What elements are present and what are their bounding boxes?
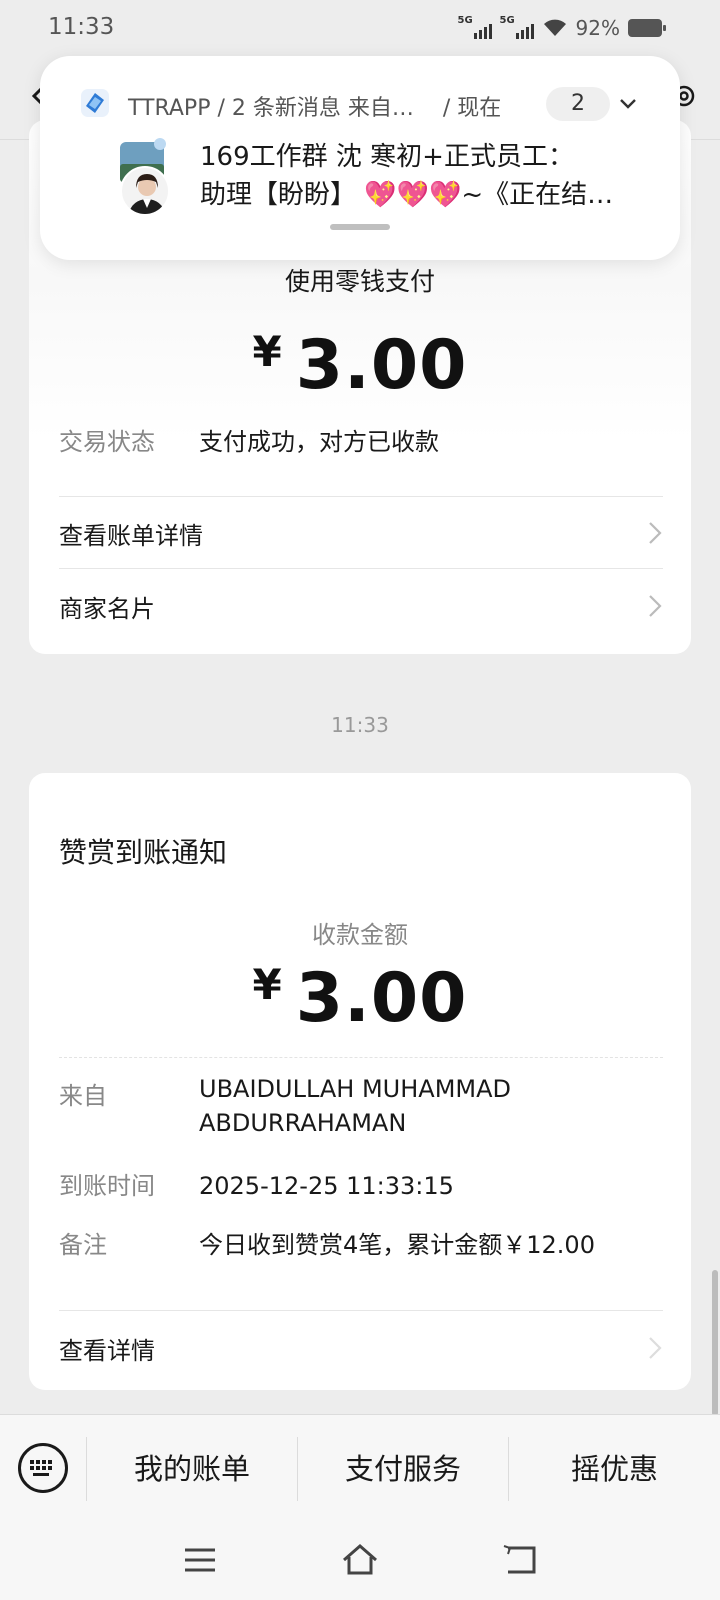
currency-symbol: ¥ bbox=[252, 960, 282, 1009]
merchant-card-link[interactable]: 商家名片 bbox=[59, 571, 663, 641]
note-label: 备注 bbox=[59, 1231, 107, 1259]
message-timestamp: 11:33 bbox=[331, 713, 389, 737]
notification-banner[interactable]: TTRAPP / 2 条新消息 来自… / 现在 2 169工作群 沈 寒初+正… bbox=[40, 56, 680, 260]
notification-app-name: TTRAPP bbox=[128, 96, 211, 121]
menu-my-bills[interactable]: 我的账单 bbox=[87, 1415, 297, 1523]
status-bar: 11:33 5G 5G 92% bbox=[0, 0, 720, 56]
from-value-line1: UBAIDULLAH MUHAMMAD bbox=[199, 1075, 512, 1103]
signal-icon-2: 5G bbox=[499, 15, 534, 39]
notification-message-line1: 169工作群 沈 寒初+正式员工： bbox=[200, 142, 574, 172]
transaction-status-value: 支付成功，对方已收款 bbox=[199, 428, 439, 456]
notification-count-badge[interactable]: 2 bbox=[546, 87, 610, 121]
amount-value: 3.00 bbox=[295, 959, 468, 1038]
transaction-status-label: 交易状态 bbox=[59, 428, 155, 456]
transaction-status-row: 交易状态 支付成功，对方已收款 bbox=[59, 422, 439, 457]
divider bbox=[59, 1310, 663, 1311]
payment-method: 使用零钱支付 bbox=[284, 267, 435, 296]
notification-header: TTRAPP / 2 条新消息 来自… / 现在 bbox=[128, 96, 502, 121]
system-nav-bar bbox=[0, 1522, 720, 1600]
chevron-right-icon bbox=[649, 1337, 662, 1359]
notification-summary: 2 条新消息 来自… bbox=[231, 96, 414, 121]
received-amount-label: 收款金额 bbox=[312, 921, 408, 949]
dashed-divider bbox=[59, 1057, 663, 1058]
view-bill-details-label: 查看账单详情 bbox=[59, 521, 203, 550]
keyboard-toggle-button[interactable] bbox=[18, 1443, 68, 1493]
currency-symbol: ¥ bbox=[252, 327, 282, 376]
reward-notice-title: 赞赏到账通知 bbox=[59, 836, 228, 869]
from-label: 来自 bbox=[59, 1082, 107, 1110]
menu-shake-deals[interactable]: 摇优惠 bbox=[509, 1415, 720, 1523]
battery-percent: 92% bbox=[575, 16, 620, 40]
signal-icon: 5G bbox=[457, 15, 492, 39]
received-amount: ¥3.00 bbox=[29, 959, 691, 1038]
merchant-card-label: 商家名片 bbox=[59, 594, 155, 623]
menu-lines-icon[interactable] bbox=[180, 1540, 220, 1580]
amount-value: 3.00 bbox=[295, 326, 468, 405]
wifi-icon bbox=[543, 19, 566, 36]
home-icon[interactable] bbox=[340, 1540, 380, 1580]
arrival-time-value: 2025-12-25 11:33:15 bbox=[199, 1172, 454, 1200]
divider bbox=[59, 496, 663, 497]
scrollbar[interactable] bbox=[712, 1270, 718, 1416]
notification-time: 现在 bbox=[457, 96, 502, 121]
back-arrow-icon[interactable] bbox=[500, 1540, 540, 1580]
view-bill-details-link[interactable]: 查看账单详情 bbox=[59, 498, 663, 568]
drag-handle[interactable] bbox=[330, 224, 390, 230]
network-type-label: 5G bbox=[457, 15, 473, 26]
status-indicators: 5G 5G 92% bbox=[457, 15, 666, 40]
from-value-line2: ABDURRAHAMAN bbox=[199, 1109, 407, 1137]
note-value: 今日收到赞赏4笔，累计金额￥12.00 bbox=[199, 1231, 595, 1259]
note-row: 备注 今日收到赞赏4笔，累计金额￥12.00 bbox=[59, 1225, 595, 1260]
bottom-menu: 我的账单 支付服务 摇优惠 bbox=[0, 1414, 720, 1522]
chevron-right-icon bbox=[649, 595, 662, 617]
divider bbox=[59, 568, 663, 569]
from-row: 来自 UBAIDULLAH MUHAMMAD ABDURRAHAMAN bbox=[59, 1075, 511, 1140]
view-details-link[interactable]: 查看详情 bbox=[59, 1313, 663, 1383]
network-type-label-2: 5G bbox=[499, 15, 515, 26]
chevron-right-icon bbox=[649, 522, 662, 544]
chevron-down-icon[interactable] bbox=[618, 94, 638, 114]
keyboard-icon bbox=[30, 1460, 52, 1476]
menu-payment-services[interactable]: 支付服务 bbox=[298, 1415, 508, 1523]
from-value: UBAIDULLAH MUHAMMAD ABDURRAHAMAN bbox=[199, 1072, 511, 1140]
reward-notice-card: 赞赏到账通知 收款金额 ¥3.00 来自 UBAIDULLAH MUHAMMAD A… bbox=[29, 773, 691, 1390]
status-time: 11:33 bbox=[48, 14, 115, 40]
arrival-time-row: 到账时间 2025-12-25 11:33:15 bbox=[59, 1166, 454, 1201]
app-logo-icon bbox=[81, 89, 109, 117]
battery-icon bbox=[628, 19, 666, 37]
payment-amount: ¥3.00 bbox=[29, 326, 691, 405]
notification-message-line2: 助理【盼盼】 💖💖💖~《正在结… bbox=[200, 180, 614, 210]
view-details-label: 查看详情 bbox=[59, 1336, 155, 1365]
user-avatar bbox=[120, 166, 170, 216]
arrival-time-label: 到账时间 bbox=[59, 1172, 155, 1200]
